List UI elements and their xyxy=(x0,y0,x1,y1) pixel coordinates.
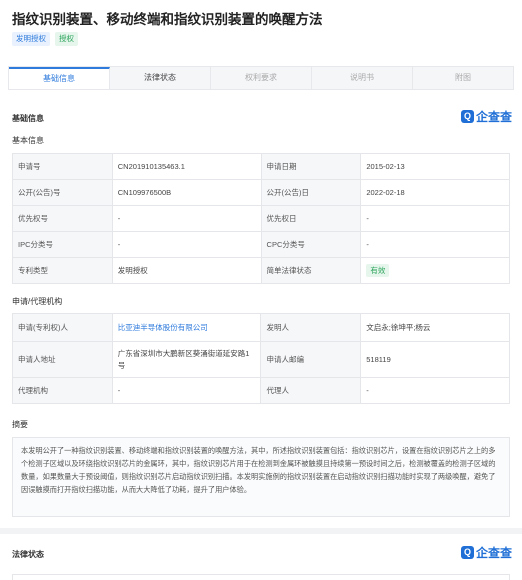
agency-table: 申请(专利权)人 比亚迪半导体股份有限公司 发明人 文启永;徐坤平;杨云 申请人… xyxy=(12,313,510,404)
field-label: 代理人 xyxy=(260,377,362,404)
field-value: - xyxy=(111,205,262,232)
section-title-legal: 法律状态 xyxy=(12,550,44,559)
field-value: 广东省深圳市大鹏新区葵涌街道延安路1号 xyxy=(111,341,262,378)
table-row: IPC分类号 - CPC分类号 - xyxy=(12,231,510,258)
qcc-brand-label: 企查查 xyxy=(475,110,512,124)
applicant-link[interactable]: 比亚迪半导体股份有限公司 xyxy=(118,323,208,332)
field-label: IPC分类号 xyxy=(12,231,113,258)
qcc-brand-label: 企查查 xyxy=(475,546,512,560)
subsection-title-basic: 基本信息 xyxy=(12,136,44,145)
field-label: 代理机构 xyxy=(12,377,113,404)
field-value: - xyxy=(360,205,510,232)
field-label: 申请人地址 xyxy=(12,341,113,378)
field-value: - xyxy=(360,231,510,258)
field-label: 申请人邮编 xyxy=(260,341,362,378)
field-value: 有效 xyxy=(360,257,510,284)
section-divider xyxy=(0,528,522,534)
qcc-brand[interactable]: Q 企查查 xyxy=(460,108,512,125)
legal-status-box xyxy=(12,574,510,580)
tag-list: 发明授权 授权 xyxy=(12,32,78,46)
table-row: 专利类型 发明授权 简单法律状态 有效 xyxy=(12,257,510,284)
field-label: 公开(公告)日 xyxy=(260,179,362,206)
field-value: - xyxy=(360,377,510,404)
field-label: 优先权号 xyxy=(12,205,113,232)
table-row: 代理机构 - 代理人 - xyxy=(12,377,510,404)
tag-granted: 授权 xyxy=(55,32,78,46)
field-label: 专利类型 xyxy=(12,257,113,284)
subsection-title-agency: 申请/代理机构 xyxy=(12,297,63,306)
field-label: 公开(公告)号 xyxy=(12,179,113,206)
status-badge: 有效 xyxy=(366,264,390,277)
tab-bar: 基础信息 法律状态 权利要求 说明书 附图 xyxy=(8,66,514,90)
page-title: 指纹识别装置、移动终端和指纹识别装置的唤醒方法 xyxy=(12,12,323,27)
field-value: 2022-02-18 xyxy=(360,179,510,206)
abstract-text: 本发明公开了一种指纹识别装置、移动终端和指纹识别装置的唤醒方法，其中，所述指纹识… xyxy=(12,437,510,517)
field-label: 申请(专利权)人 xyxy=(12,313,113,342)
table-row: 申请人地址 广东省深圳市大鹏新区葵涌街道延安路1号 申请人邮编 518119 xyxy=(12,341,510,378)
tab-drawings[interactable]: 附图 xyxy=(413,67,513,89)
tab-legal-status[interactable]: 法律状态 xyxy=(110,67,211,89)
field-value: 比亚迪半导体股份有限公司 xyxy=(111,313,262,342)
table-row: 公开(公告)号 CN109976500B 公开(公告)日 2022-02-18 xyxy=(12,179,510,206)
field-label: CPC分类号 xyxy=(260,231,362,258)
field-label: 申请号 xyxy=(12,153,113,180)
field-value: CN201910135463.1 xyxy=(111,153,262,180)
table-row: 申请号 CN201910135463.1 申请日期 2015-02-13 xyxy=(12,153,510,180)
qcc-logo-icon: Q xyxy=(460,110,474,123)
field-value: 文启永;徐坤平;杨云 xyxy=(360,313,510,342)
table-row: 优先权号 - 优先权日 - xyxy=(12,205,510,232)
basic-info-table: 申请号 CN201910135463.1 申请日期 2015-02-13 公开(… xyxy=(12,153,510,284)
tab-claims[interactable]: 权利要求 xyxy=(211,67,312,89)
field-label: 简单法律状态 xyxy=(260,257,362,284)
field-label: 发明人 xyxy=(260,313,362,342)
table-row: 申请(专利权)人 比亚迪半导体股份有限公司 发明人 文启永;徐坤平;杨云 xyxy=(12,313,510,342)
field-value: 发明授权 xyxy=(111,257,262,284)
tab-basic-info[interactable]: 基础信息 xyxy=(9,67,110,89)
abstract-label: 摘要 xyxy=(12,420,28,429)
field-value: - xyxy=(111,231,262,258)
field-value: CN109976500B xyxy=(111,179,262,206)
section-title-basic: 基础信息 xyxy=(12,114,44,123)
field-value: 2015-02-13 xyxy=(360,153,510,180)
field-label: 申请日期 xyxy=(260,153,362,180)
field-value: 518119 xyxy=(360,341,510,378)
qcc-brand-legal[interactable]: Q 企查查 xyxy=(460,544,512,561)
tab-description[interactable]: 说明书 xyxy=(312,67,413,89)
qcc-logo-icon: Q xyxy=(460,546,474,559)
tag-invention-grant: 发明授权 xyxy=(12,32,50,46)
field-value: - xyxy=(111,377,262,404)
field-label: 优先权日 xyxy=(260,205,362,232)
